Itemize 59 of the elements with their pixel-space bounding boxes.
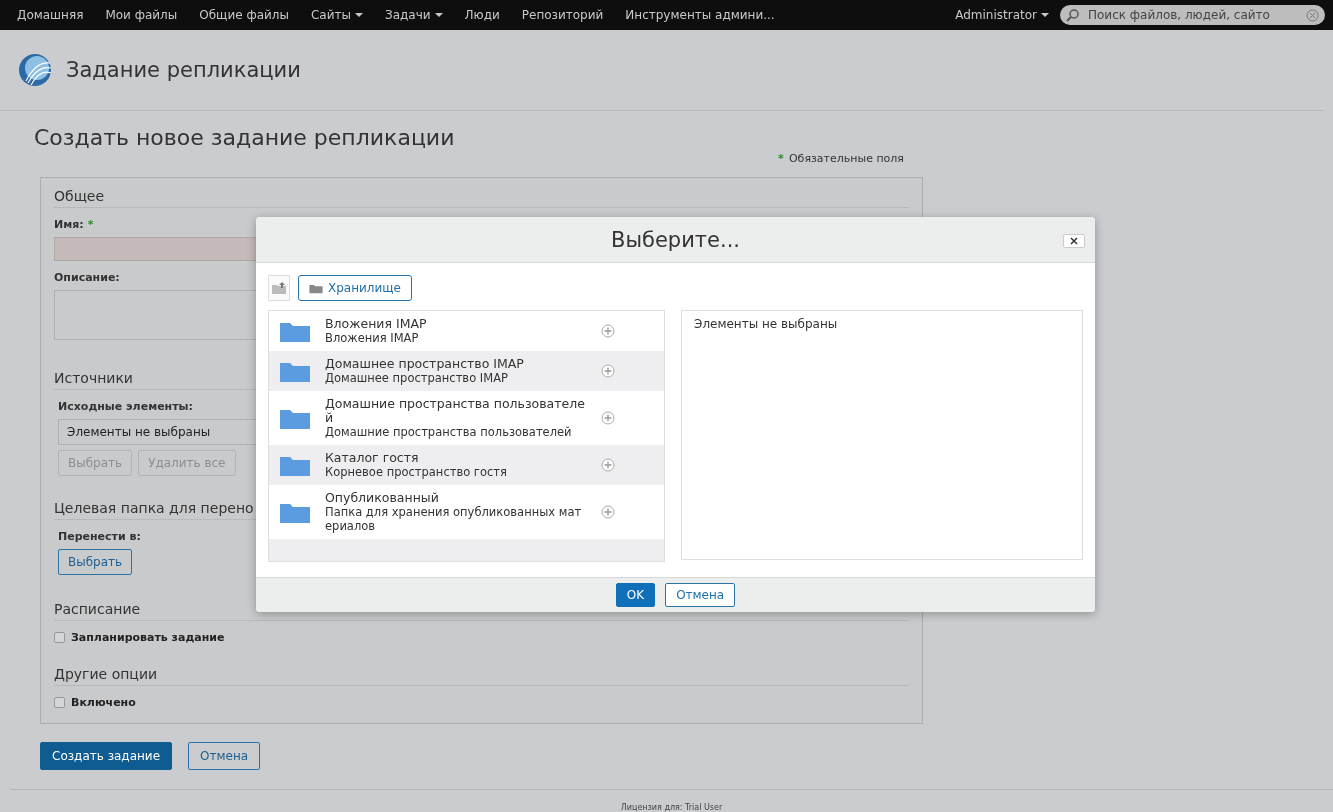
folder-up-icon [272,282,286,294]
nav-link[interactable]: Общие файлы [188,8,300,22]
cancel-button[interactable]: Отмена [665,583,736,607]
search-icon [1066,8,1080,22]
checkbox-label: Включено [71,696,136,709]
up-folder-button[interactable] [268,275,290,301]
section-heading: Общее [54,188,909,208]
add-icon[interactable] [601,458,615,472]
nav-link[interactable]: Домашняя [6,8,95,22]
add-icon[interactable] [601,505,615,519]
select-button[interactable]: Выбрать [58,549,133,575]
form-title: Создать новое задание репликации [34,125,456,150]
nav-link[interactable]: Задачи [373,8,454,22]
nav-link[interactable]: Мои файлы [94,8,189,22]
checkbox[interactable]: Включено [54,696,909,709]
add-icon[interactable] [601,411,615,425]
checkbox-box[interactable] [54,632,65,643]
create-button[interactable]: Создать задание [40,742,173,770]
close-icon [1070,237,1078,245]
page-header-title: Задание репликации [66,58,301,82]
section-heading: Другие опции [54,666,909,686]
checkbox[interactable]: Запланировать задание [54,631,909,644]
required-mark: * [87,218,94,231]
folder-description: Домашнее пространство IMAP [325,371,509,385]
field-label: Описание: [54,271,120,284]
empty-selection-text: Элементы не выбраны [694,317,839,331]
folder-name: Домашние пространства пользователей [325,397,586,425]
folder-name: Домашнее пространство IMAP [325,357,525,371]
add-icon[interactable] [601,364,615,378]
checkbox-label: Запланировать задание [71,631,225,644]
required-note: Обязательные поля [788,152,904,167]
nav-link[interactable]: Люди [453,8,511,22]
clear-icon[interactable] [1306,8,1319,22]
checkbox-box[interactable] [54,697,65,708]
search-field[interactable]: Поиск файлов, людей, сайто [1060,5,1325,25]
field-label: Исходные элементы: [58,400,193,413]
folder-icon [309,282,323,294]
folder-row[interactable]: Домашнее пространство IMAP Домашнее пространство IMAP [269,351,664,391]
license-text: Лицензия для: Trial User [620,803,723,812]
field-label: Имя: [54,218,84,231]
location-button[interactable]: Хранилище [298,275,412,301]
add-icon[interactable] [601,324,615,338]
nav-link[interactable]: Сайты [299,8,374,22]
user-menu[interactable]: Administrator [944,8,1060,22]
field-label: Перенести в: [58,530,141,543]
folder-row[interactable]: Каталог гостя Корневое пространство гостя [269,445,664,485]
nav-link[interactable]: Инструменты админи... [614,8,786,22]
folder-name: Вложения IMAP [325,317,428,331]
folder-name: Каталог гостя [325,451,420,465]
folder-description: Корневое пространство гостя [325,465,508,479]
logo-icon [18,53,52,87]
folder-description: Вложения IMAP [325,331,420,345]
folder-description: Домашние пространства пользователей [325,425,573,439]
dialog-title: Выберите... [611,227,740,252]
close-button[interactable] [1063,234,1085,248]
cancel-button[interactable]: Отмена [188,742,261,770]
required-mark: * [778,152,784,167]
nav-link[interactable]: Репозиторий [510,8,615,22]
ok-button[interactable]: OK [615,583,656,607]
